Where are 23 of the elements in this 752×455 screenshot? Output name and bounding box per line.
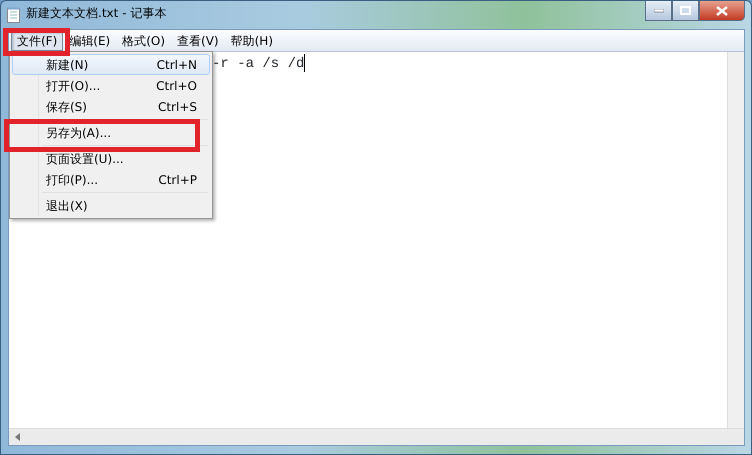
highlight-frame bbox=[3, 28, 70, 56]
menu-item[interactable]: 查看(V) bbox=[171, 30, 225, 50]
menu-item[interactable]: 打开(O)... Ctrl+O bbox=[12, 75, 210, 96]
minimize-icon bbox=[654, 8, 664, 12]
menu-item[interactable]: 编辑(E) bbox=[63, 30, 116, 50]
maximize-button[interactable] bbox=[672, 1, 699, 21]
menu-item[interactable]: 格式(O) bbox=[116, 30, 172, 50]
minimize-button[interactable] bbox=[645, 1, 672, 21]
menu-item[interactable]: 页面设置(U)... bbox=[12, 148, 210, 169]
scroll-left-icon[interactable] bbox=[15, 433, 20, 441]
menu-item[interactable]: 新建(N) Ctrl+N bbox=[12, 54, 210, 75]
close-icon bbox=[716, 6, 728, 16]
menu-item[interactable]: 另存为(A)... bbox=[12, 122, 210, 143]
maximize-icon bbox=[680, 6, 691, 15]
notepad-icon bbox=[7, 7, 20, 23]
vertical-scrollbar[interactable] bbox=[727, 52, 744, 428]
menu-item[interactable]: 保存(S) Ctrl+S bbox=[12, 96, 210, 117]
menu-item[interactable]: 打印(P)... Ctrl+P bbox=[12, 169, 210, 190]
close-button[interactable] bbox=[699, 1, 745, 21]
window-title: 新建文本文档.txt - 记事本 bbox=[26, 5, 166, 22]
horizontal-scrollbar[interactable] bbox=[9, 428, 744, 445]
menu-item[interactable]: 帮助(H) bbox=[224, 30, 279, 50]
menu-item[interactable]: 退出(X) bbox=[12, 195, 210, 216]
